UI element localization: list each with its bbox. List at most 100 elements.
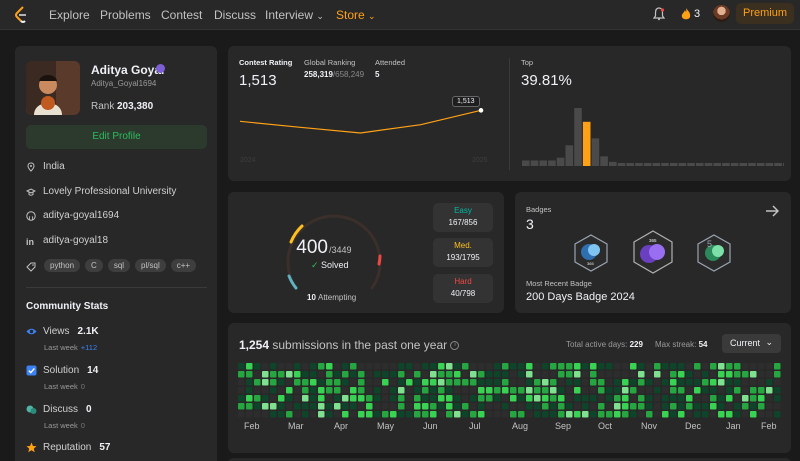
heatmap-cell[interactable] xyxy=(534,379,541,386)
heatmap-cell[interactable] xyxy=(358,403,365,410)
heatmap-cell[interactable] xyxy=(574,387,581,394)
heatmap-cell[interactable] xyxy=(558,411,565,418)
heatmap-cell[interactable] xyxy=(366,411,373,418)
heatmap-cell[interactable] xyxy=(462,379,469,386)
heatmap-cell[interactable] xyxy=(622,395,629,402)
distribution-bar[interactable] xyxy=(687,163,695,166)
heatmap-cell[interactable] xyxy=(430,395,437,402)
heatmap-cell[interactable] xyxy=(294,403,301,410)
heatmap-cell[interactable] xyxy=(734,363,741,370)
heatmap-cell[interactable] xyxy=(710,395,717,402)
heatmap-cell[interactable] xyxy=(662,363,669,370)
heatmap-cell[interactable] xyxy=(238,379,245,386)
heatmap-cell[interactable] xyxy=(254,379,261,386)
heatmap-cell[interactable] xyxy=(438,395,445,402)
heatmap-cell[interactable] xyxy=(662,371,669,378)
heatmap-cell[interactable] xyxy=(678,411,685,418)
heatmap-cell[interactable] xyxy=(694,395,701,402)
heatmap-cell[interactable] xyxy=(486,403,493,410)
heatmap-cell[interactable] xyxy=(366,379,373,386)
distribution-bar[interactable] xyxy=(626,163,634,166)
github-row[interactable]: aditya-goyal1694 xyxy=(26,210,119,221)
heatmap-cell[interactable] xyxy=(270,387,277,394)
heatmap-cell[interactable] xyxy=(774,379,781,386)
heatmap-cell[interactable] xyxy=(518,379,525,386)
heatmap-cell[interactable] xyxy=(574,379,581,386)
heatmap-cell[interactable] xyxy=(254,371,261,378)
distribution-bar[interactable] xyxy=(591,138,600,166)
heatmap-cell[interactable] xyxy=(678,371,685,378)
heatmap-cell[interactable] xyxy=(542,411,549,418)
heatmap-cell[interactable] xyxy=(726,395,733,402)
distribution-bar[interactable] xyxy=(722,163,730,166)
heatmap-cell[interactable] xyxy=(446,411,453,418)
heatmap-cell[interactable] xyxy=(374,411,381,418)
heatmap-cell[interactable] xyxy=(430,387,437,394)
heatmap-cell[interactable] xyxy=(374,387,381,394)
heatmap-cell[interactable] xyxy=(638,371,645,378)
heatmap-cell[interactable] xyxy=(238,411,245,418)
heatmap-cell[interactable] xyxy=(590,411,597,418)
heatmap-cell[interactable] xyxy=(622,403,629,410)
heatmap-cell[interactable] xyxy=(518,363,525,370)
heatmap-cell[interactable] xyxy=(246,403,253,410)
badge-icon[interactable]: 365 xyxy=(573,234,609,272)
heatmap-cell[interactable] xyxy=(446,379,453,386)
heatmap-cell[interactable] xyxy=(446,403,453,410)
heatmap-cell[interactable] xyxy=(678,387,685,394)
skill-tag[interactable]: c++ xyxy=(170,259,197,272)
heatmap-cell[interactable] xyxy=(510,371,517,378)
heatmap-cell[interactable] xyxy=(502,403,509,410)
heatmap-cell[interactable] xyxy=(630,371,637,378)
heatmap-cell[interactable] xyxy=(318,379,325,386)
heatmap-cell[interactable] xyxy=(270,403,277,410)
heatmap-cell[interactable] xyxy=(686,395,693,402)
heatmap-cell[interactable] xyxy=(630,411,637,418)
heatmap-cell[interactable] xyxy=(518,411,525,418)
heatmap-cell[interactable] xyxy=(606,371,613,378)
heatmap-cell[interactable] xyxy=(742,363,749,370)
heatmap-cell[interactable] xyxy=(758,403,765,410)
heatmap-cell[interactable] xyxy=(766,379,773,386)
heatmap-cell[interactable] xyxy=(286,387,293,394)
heatmap-cell[interactable] xyxy=(486,387,493,394)
heatmap-cell[interactable] xyxy=(454,363,461,370)
heatmap-cell[interactable] xyxy=(438,363,445,370)
heatmap-cell[interactable] xyxy=(478,371,485,378)
heatmap-cell[interactable] xyxy=(478,387,485,394)
heatmap-cell[interactable] xyxy=(710,363,717,370)
heatmap-cell[interactable] xyxy=(238,395,245,402)
heatmap-cell[interactable] xyxy=(358,387,365,394)
heatmap-cell[interactable] xyxy=(774,395,781,402)
heatmap-cell[interactable] xyxy=(614,379,621,386)
heatmap-cell[interactable] xyxy=(310,403,317,410)
heatmap-cell[interactable] xyxy=(598,403,605,410)
heatmap-cell[interactable] xyxy=(606,403,613,410)
heatmap-cell[interactable] xyxy=(494,379,501,386)
heatmap-cell[interactable] xyxy=(446,371,453,378)
distribution-bar[interactable] xyxy=(713,163,721,166)
heatmap-cell[interactable] xyxy=(470,379,477,386)
heatmap-cell[interactable] xyxy=(590,387,597,394)
heatmap-cell[interactable] xyxy=(766,363,773,370)
distribution-bar[interactable] xyxy=(565,145,574,166)
heatmap-cell[interactable] xyxy=(710,371,717,378)
heatmap-cell[interactable] xyxy=(302,403,309,410)
heatmap-cell[interactable] xyxy=(702,379,709,386)
heatmap-cell[interactable] xyxy=(606,387,613,394)
heatmap-cell[interactable] xyxy=(646,371,653,378)
heatmap-cell[interactable] xyxy=(278,379,285,386)
distribution-bar[interactable] xyxy=(669,163,678,166)
rating-distribution-chart[interactable] xyxy=(522,102,784,168)
heatmap-cell[interactable] xyxy=(726,371,733,378)
heatmap-cell[interactable] xyxy=(582,403,589,410)
heatmap-cell[interactable] xyxy=(414,395,421,402)
heatmap-cell[interactable] xyxy=(326,387,333,394)
heatmap-cell[interactable] xyxy=(582,395,589,402)
heatmap-cell[interactable] xyxy=(438,403,445,410)
heatmap-cell[interactable] xyxy=(558,371,565,378)
heatmap-cell[interactable] xyxy=(566,411,573,418)
heatmap-cell[interactable] xyxy=(590,403,597,410)
heatmap-cell[interactable] xyxy=(558,387,565,394)
heatmap-cell[interactable] xyxy=(422,395,429,402)
